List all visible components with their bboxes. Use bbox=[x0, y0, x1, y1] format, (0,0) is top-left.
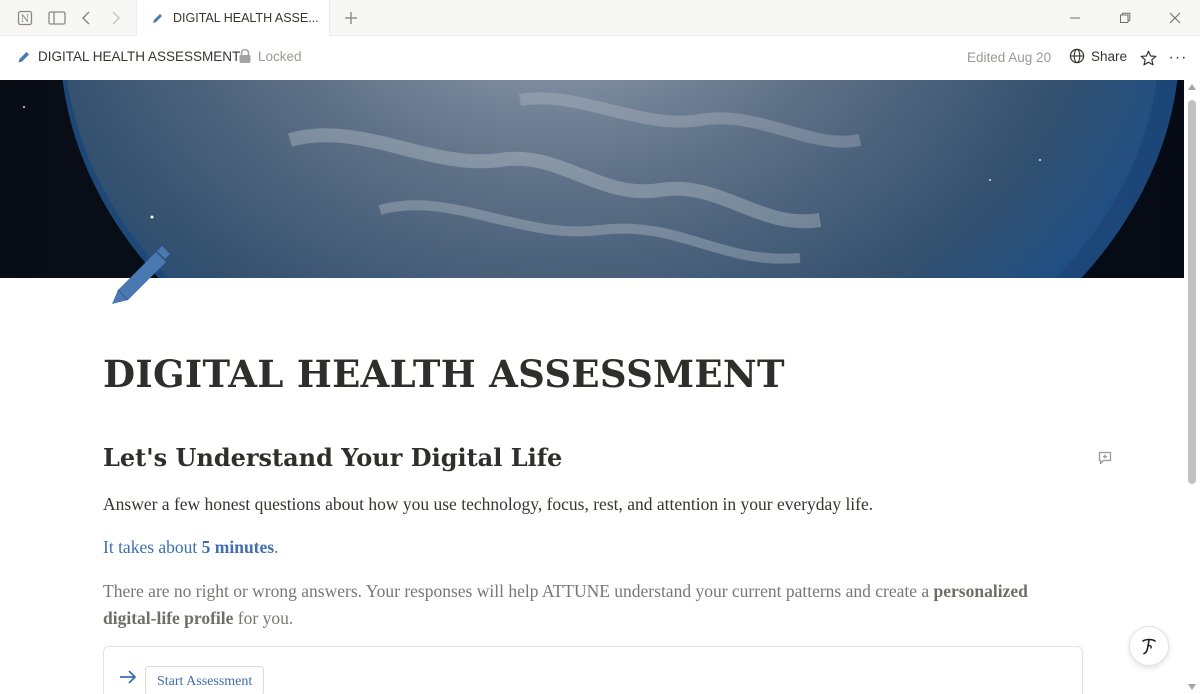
close-icon[interactable] bbox=[1150, 0, 1200, 36]
locked-indicator[interactable]: Locked bbox=[238, 48, 302, 64]
help-icon bbox=[1142, 638, 1156, 655]
window-controls bbox=[1050, 0, 1200, 36]
share-label: Share bbox=[1091, 48, 1128, 64]
locked-label: Locked bbox=[258, 48, 302, 64]
tab-digital-health-assessment[interactable]: DIGITAL HEALTH ASSE... bbox=[136, 0, 330, 36]
star-icon[interactable] bbox=[1138, 48, 1158, 68]
page-pencil-icon[interactable] bbox=[110, 246, 172, 306]
globe-icon bbox=[1069, 48, 1085, 64]
tab-title: DIGITAL HEALTH ASSE... bbox=[173, 11, 319, 25]
pencil-icon bbox=[18, 51, 29, 62]
sidebar-toggle-icon[interactable] bbox=[48, 9, 66, 27]
duration-paragraph[interactable]: It takes about 5 minutes. bbox=[103, 537, 278, 558]
scrollbar[interactable] bbox=[1184, 80, 1200, 694]
new-tab-plus-icon[interactable] bbox=[341, 8, 361, 28]
note-part1: There are no right or wrong answers. You… bbox=[103, 581, 934, 601]
scroll-down-arrow-icon[interactable] bbox=[1188, 684, 1196, 690]
start-assessment-button[interactable]: Start Assessment bbox=[145, 666, 265, 694]
svg-text:N: N bbox=[21, 14, 30, 25]
intro-paragraph[interactable]: Answer a few honest questions about how … bbox=[103, 494, 873, 515]
edited-timestamp: Edited Aug 20 bbox=[967, 50, 1052, 65]
notion-logo-icon[interactable]: N bbox=[16, 9, 34, 27]
forward-arrow-icon[interactable] bbox=[106, 9, 124, 27]
duration-prefix: It takes about bbox=[103, 537, 202, 557]
section-heading[interactable]: Let's Understand Your Digital Life bbox=[103, 443, 562, 472]
help-button[interactable] bbox=[1129, 626, 1169, 666]
comment-icon[interactable] bbox=[1097, 450, 1113, 466]
page-title[interactable]: DIGITAL HEALTH ASSESSMENT bbox=[103, 352, 785, 396]
note-part2: for you. bbox=[233, 608, 294, 628]
share-button[interactable]: Share bbox=[1069, 48, 1127, 64]
duration-suffix: . bbox=[274, 537, 279, 557]
breadcrumb-label: DIGITAL HEALTH ASSESSMENT bbox=[38, 49, 241, 64]
lock-icon bbox=[239, 48, 251, 63]
pencil-icon bbox=[153, 13, 162, 23]
restore-icon[interactable] bbox=[1100, 0, 1150, 36]
note-paragraph[interactable]: There are no right or wrong answers. You… bbox=[103, 578, 1078, 632]
duration-value: 5 minutes bbox=[201, 537, 275, 557]
arrow-right-icon bbox=[120, 670, 137, 684]
scroll-thumb[interactable] bbox=[1188, 100, 1196, 484]
scroll-up-arrow-icon[interactable] bbox=[1188, 84, 1196, 90]
breadcrumb[interactable]: DIGITAL HEALTH ASSESSMENT bbox=[17, 49, 240, 64]
back-arrow-icon[interactable] bbox=[78, 9, 96, 27]
title-bar: N DIGITAL HEALTH ASSE... bbox=[0, 0, 1200, 36]
page-topbar: DIGITAL HEALTH ASSESSMENT Locked Edited … bbox=[0, 36, 1200, 80]
cover-image bbox=[0, 80, 1184, 278]
start-callout: Start Assessment bbox=[103, 646, 1083, 694]
more-options-icon[interactable]: ··· bbox=[1167, 48, 1189, 68]
minimize-icon[interactable] bbox=[1050, 0, 1100, 36]
